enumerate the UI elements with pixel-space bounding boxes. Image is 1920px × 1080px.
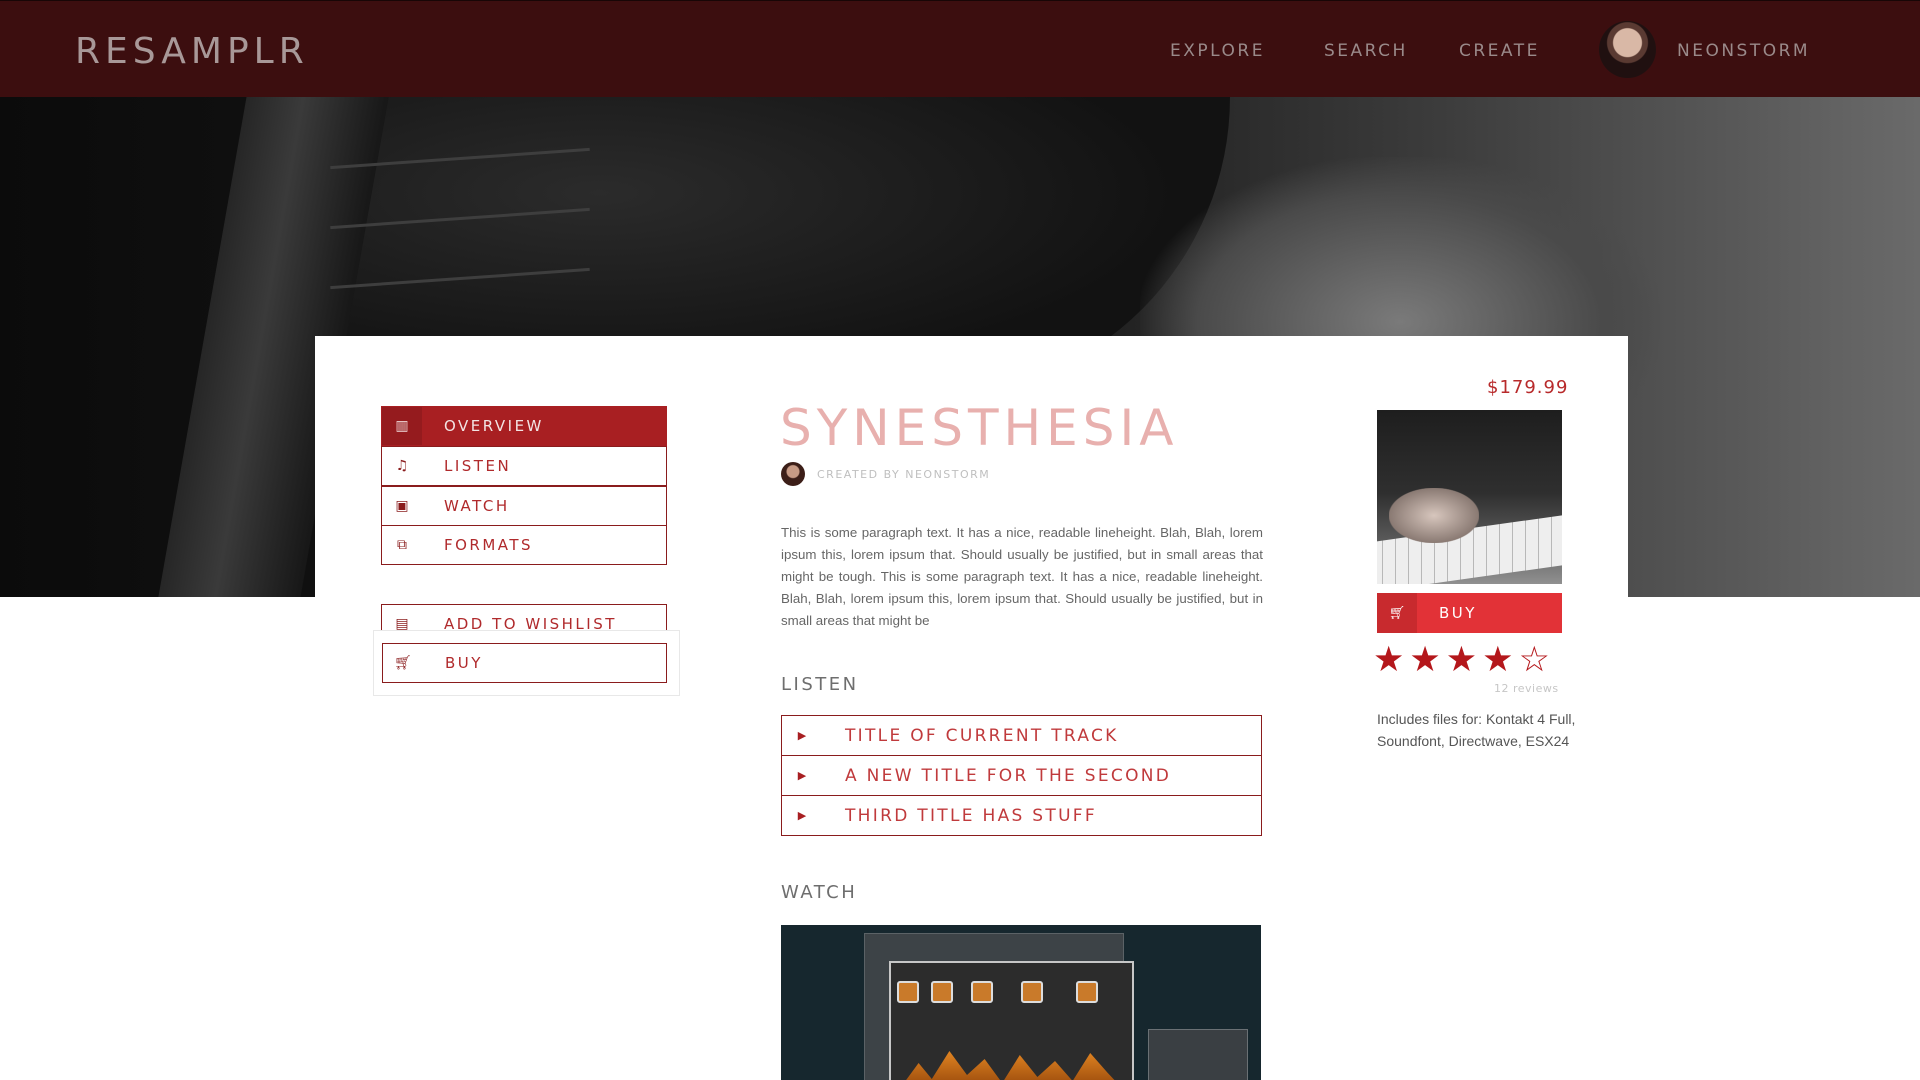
knob-shape [897, 981, 919, 1003]
music-note-icon: ♫ [395, 458, 409, 474]
site-logo[interactable]: RESAMPLR [75, 31, 309, 72]
star-empty-icon[interactable]: ☆ [1519, 643, 1550, 678]
creator-avatar[interactable] [781, 462, 805, 486]
nav-create-link[interactable]: CREATE [1459, 41, 1540, 61]
top-navigation-bar: RESAMPLR EXPLORE SEARCH CREATE NEONSTORM [0, 0, 1920, 97]
username-link[interactable]: NEONSTORM [1677, 41, 1810, 61]
product-title: SYNESTHESIA [780, 399, 1179, 457]
watch-heading: WATCH [781, 882, 858, 903]
sidebar-item-watch[interactable]: ▣ WATCH [381, 486, 667, 526]
map-icon: ▥ [382, 407, 422, 445]
review-count[interactable]: 12 reviews [1494, 682, 1559, 695]
buy-label: BUY [445, 654, 483, 672]
product-description: This is some paragraph text. It has a ni… [781, 525, 1263, 628]
nav-search-link[interactable]: SEARCH [1324, 41, 1408, 61]
play-icon: ▶ [797, 729, 807, 742]
nav-explore-link[interactable]: EXPLORE [1170, 41, 1265, 61]
video-icon: ▣ [395, 498, 409, 514]
sidebar-item-label: WATCH [444, 497, 510, 515]
product-image [1377, 410, 1562, 595]
star-rating[interactable]: ★ ★ ★ ★ ☆ [1373, 643, 1550, 678]
creator-link[interactable]: CREATED BY NEONSTORM [817, 468, 990, 481]
sidebar-item-label: LISTEN [444, 457, 512, 475]
star-filled-icon[interactable]: ★ [1482, 643, 1513, 678]
price-label: $179.99 [1487, 377, 1569, 398]
track-item[interactable]: ▶ THIRD TITLE HAS STUFF [781, 795, 1262, 836]
play-icon: ▶ [797, 809, 807, 822]
layers-icon: ⧉ [397, 537, 407, 553]
sidebar-item-label: FORMATS [444, 536, 534, 554]
buy-button[interactable]: 🛒︎ BUY [1377, 593, 1562, 633]
hand-shape [1389, 488, 1479, 543]
sidebar-item-overview[interactable]: ▥ OVERVIEW [381, 406, 667, 446]
track-title: TITLE OF CURRENT TRACK [845, 725, 1119, 746]
sidebar-item-label: OVERVIEW [444, 417, 544, 435]
keyboard-window [1148, 1029, 1248, 1080]
includes-files-text: Includes files for: Kontakt 4 Full, Soun… [1377, 711, 1576, 749]
listen-heading: LISTEN [781, 674, 859, 695]
buy-label: BUY [1439, 604, 1477, 622]
cart-icon: 🛒︎ [394, 655, 412, 671]
cart-icon: 🛒︎ [1377, 593, 1417, 633]
knob-shape [931, 981, 953, 1003]
sidebar-item-listen[interactable]: ♫ LISTEN [381, 446, 667, 486]
sidebar-buy-button[interactable]: 🛒︎ BUY [382, 643, 667, 683]
play-icon: ▶ [797, 769, 807, 782]
knob-shape [1076, 981, 1098, 1003]
track-title: A NEW TITLE FOR THE SECOND [845, 765, 1172, 786]
video-thumbnail[interactable] [781, 925, 1261, 1080]
star-filled-icon[interactable]: ★ [1409, 643, 1440, 678]
star-filled-icon[interactable]: ★ [1446, 643, 1477, 678]
track-title: THIRD TITLE HAS STUFF [845, 805, 1097, 826]
track-item[interactable]: ▶ TITLE OF CURRENT TRACK [781, 715, 1262, 756]
user-avatar[interactable] [1599, 21, 1656, 78]
track-item[interactable]: ▶ A NEW TITLE FOR THE SECOND [781, 755, 1262, 796]
sidebar-item-formats[interactable]: ⧉ FORMATS [381, 525, 667, 565]
knob-shape [1021, 981, 1043, 1003]
knob-shape [971, 981, 993, 1003]
star-filled-icon[interactable]: ★ [1373, 643, 1404, 678]
